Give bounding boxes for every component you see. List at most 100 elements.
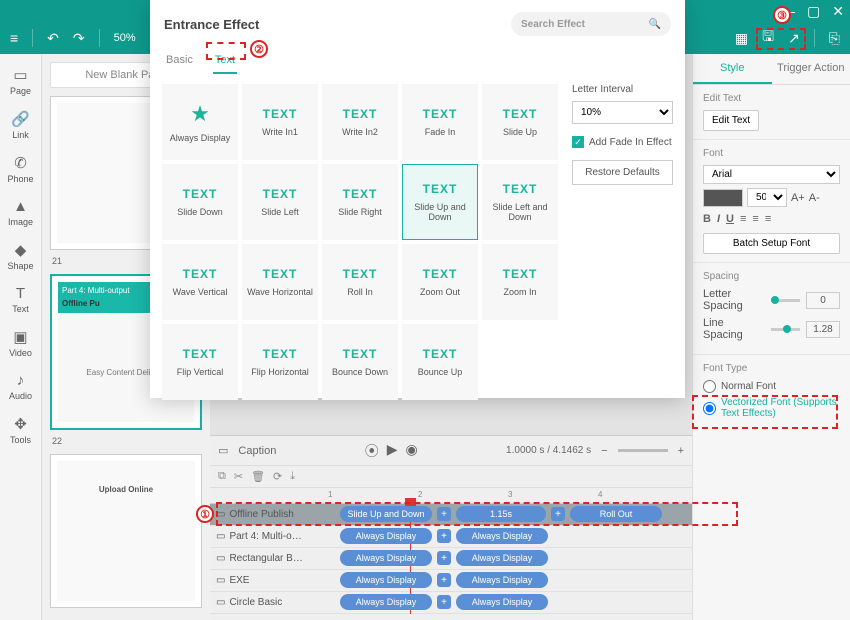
effect-flip-vertical[interactable]: TEXTFlip Vertical xyxy=(162,324,238,400)
tab-style[interactable]: Style xyxy=(693,54,772,84)
effect-always-display[interactable]: ★Always Display xyxy=(162,84,238,160)
add-clip-button[interactable]: + xyxy=(437,573,451,587)
effect-fade-in[interactable]: TEXTFade In xyxy=(402,84,478,160)
line-spacing-value[interactable]: 1.28 xyxy=(806,321,840,338)
timeline-row[interactable]: ▭ Offline PublishSlide Up and Down+1.15s… xyxy=(210,504,692,526)
effect-bounce-up[interactable]: TEXTBounce Up xyxy=(402,324,478,400)
exit-icon[interactable]: ⎘ xyxy=(829,30,840,47)
effect-flip-horizontal[interactable]: TEXTFlip Horizontal xyxy=(242,324,318,400)
timeline-track[interactable]: Always Display + Always Display xyxy=(322,526,692,547)
timeline-clip[interactable]: Always Display xyxy=(456,572,548,588)
add-clip-button[interactable]: + xyxy=(437,529,451,543)
effect-wave-vertical[interactable]: TEXTWave Vertical xyxy=(162,244,238,320)
timeline-clip[interactable]: Roll Out xyxy=(570,506,662,522)
effect-slide-left[interactable]: TEXTSlide Left xyxy=(242,164,318,240)
timeline-clip[interactable]: Always Display xyxy=(456,550,548,566)
timeline-row[interactable]: ▭ EXEAlways Display+Always Display xyxy=(210,570,692,592)
tab-text[interactable]: Text xyxy=(213,48,237,74)
tl-tool-icon[interactable]: ✂ xyxy=(234,470,243,483)
timeline-zoom-out-icon[interactable]: − xyxy=(601,445,607,457)
effect-roll-in[interactable]: TEXTRoll In xyxy=(322,244,398,320)
tl-tool-icon[interactable]: 🗑 xyxy=(251,470,265,483)
letter-interval-select[interactable]: 10% xyxy=(572,101,673,124)
add-clip-button[interactable]: + xyxy=(437,595,451,609)
save-icon[interactable]: 🖫 xyxy=(762,26,774,50)
maximize-button[interactable]: ▢ xyxy=(807,3,820,20)
effect-write-in2[interactable]: TEXTWrite In2 xyxy=(322,84,398,160)
rail-video[interactable]: ▣Video xyxy=(9,324,32,362)
letter-spacing-value[interactable]: 0 xyxy=(806,292,840,309)
font-increase-button[interactable]: A+ xyxy=(791,192,805,204)
color-swatch[interactable] xyxy=(703,189,743,207)
prev-button[interactable]: ⦿ xyxy=(365,441,379,461)
timeline-track[interactable]: Slide Up and Down +1.15s + Roll Out xyxy=(322,504,692,525)
tl-tool-icon[interactable]: ⧉ xyxy=(218,470,226,483)
stop-button[interactable]: ◉ xyxy=(405,441,417,461)
fade-in-checkbox[interactable]: ✓ xyxy=(572,136,584,148)
timeline-zoom-slider[interactable] xyxy=(618,449,668,452)
zoom-level[interactable]: 50% xyxy=(114,32,136,44)
effect-write-in1[interactable]: TEXTWrite In1 xyxy=(242,84,318,160)
timeline-row[interactable]: ▭ Rectangular B…Always Display+Always Di… xyxy=(210,548,692,570)
timeline-clip[interactable]: Always Display xyxy=(340,594,432,610)
rail-link[interactable]: 🔗Link xyxy=(11,106,30,144)
font-family-select[interactable]: Arial xyxy=(703,165,840,184)
export-icon[interactable]: ↗ xyxy=(788,30,800,47)
timeline-clip[interactable]: Always Display xyxy=(340,572,432,588)
rail-image[interactable]: ▲Image xyxy=(8,194,33,231)
letter-spacing-slider[interactable] xyxy=(771,299,800,302)
rail-text[interactable]: TText xyxy=(12,281,29,318)
rail-page[interactable]: ▭Page xyxy=(10,62,31,100)
menu-icon[interactable]: ≡ xyxy=(10,30,18,46)
edit-text-button[interactable]: Edit Text xyxy=(703,110,759,131)
timeline-row[interactable]: ▭ Circle BasicAlways Display+Always Disp… xyxy=(210,592,692,614)
timeline-clip[interactable]: Always Display xyxy=(456,594,548,610)
italic-button[interactable]: I xyxy=(717,213,720,225)
align-right-icon[interactable]: ≡ xyxy=(765,213,771,225)
rail-audio[interactable]: ♪Audio xyxy=(9,368,32,405)
redo-button[interactable]: ↷ xyxy=(73,30,85,47)
timeline-clip[interactable]: 1.15s xyxy=(456,506,546,522)
font-size-select[interactable]: 50 xyxy=(747,188,787,207)
bold-button[interactable]: B xyxy=(703,213,711,225)
timeline-clip[interactable]: Always Display xyxy=(340,528,432,544)
restore-defaults-button[interactable]: Restore Defaults xyxy=(572,160,673,185)
timeline-clip[interactable]: Always Display xyxy=(340,550,432,566)
normal-font-radio[interactable] xyxy=(703,380,716,393)
timeline-zoom-in-icon[interactable]: + xyxy=(678,445,684,457)
align-center-icon[interactable]: ≡ xyxy=(752,213,758,225)
vectorized-font-radio[interactable] xyxy=(703,402,716,415)
timeline-track[interactable]: Always Display + Always Display xyxy=(322,570,692,591)
play-button[interactable]: ▶ xyxy=(387,441,398,461)
rail-tools[interactable]: ✥Tools xyxy=(10,411,31,449)
font-decrease-button[interactable]: A- xyxy=(809,192,820,204)
timeline-ruler[interactable]: 1234 xyxy=(210,488,692,504)
effect-slide-down[interactable]: TEXTSlide Down xyxy=(162,164,238,240)
align-left-icon[interactable]: ≡ xyxy=(740,213,746,225)
page-thumb[interactable]: Upload Online xyxy=(50,454,202,608)
undo-button[interactable]: ↶ xyxy=(47,30,59,47)
effect-slide-left-and-down[interactable]: TEXTSlide Left and Down xyxy=(482,164,558,240)
line-spacing-slider[interactable] xyxy=(771,328,800,331)
effect-slide-up-and-down[interactable]: TEXTSlide Up and Down xyxy=(402,164,478,240)
add-clip-button[interactable]: + xyxy=(437,551,451,565)
effect-wave-horizontal[interactable]: TEXTWave Horizontal xyxy=(242,244,318,320)
underline-button[interactable]: U xyxy=(726,213,734,225)
tab-trigger-action[interactable]: Trigger Action xyxy=(772,54,850,84)
tl-tool-icon[interactable]: ⤓ xyxy=(290,470,295,483)
timeline-clip[interactable]: Slide Up and Down xyxy=(340,506,432,522)
rail-phone[interactable]: ✆Phone xyxy=(7,150,33,188)
grid-icon[interactable]: ▦ xyxy=(735,30,748,47)
effect-zoom-in[interactable]: TEXTZoom In xyxy=(482,244,558,320)
add-clip-button[interactable]: + xyxy=(437,507,451,521)
effect-slide-up[interactable]: TEXTSlide Up xyxy=(482,84,558,160)
effect-slide-right[interactable]: TEXTSlide Right xyxy=(322,164,398,240)
search-effect-input[interactable]: Search Effect 🔍 xyxy=(511,12,671,36)
tl-tool-icon[interactable]: ⟳ xyxy=(273,470,282,483)
tab-basic[interactable]: Basic xyxy=(164,48,195,74)
add-clip-button[interactable]: + xyxy=(551,507,565,521)
rail-shape[interactable]: ◆Shape xyxy=(7,237,33,275)
timeline-track[interactable]: Always Display + Always Display xyxy=(322,592,692,613)
timeline-track[interactable]: Always Display + Always Display xyxy=(322,548,692,569)
timeline-clip[interactable]: Always Display xyxy=(456,528,548,544)
